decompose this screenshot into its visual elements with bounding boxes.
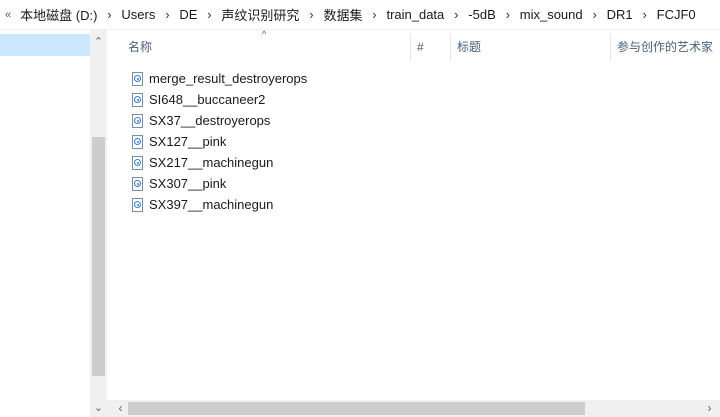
file-name: SX307__pink: [149, 176, 227, 191]
audio-file-icon: [132, 113, 143, 128]
column-header-name[interactable]: 名称: [128, 30, 152, 62]
scroll-right-icon[interactable]: ›: [701, 400, 718, 417]
breadcrumb-item-5db[interactable]: -5dB: [467, 7, 496, 22]
breadcrumb-item-fcjf0[interactable]: FCJF0: [656, 7, 697, 22]
sort-ascending-icon: ^: [262, 29, 267, 39]
audio-file-icon: [132, 176, 143, 191]
file-name: merge_result_destroyerops: [149, 71, 308, 86]
breadcrumb-item-research[interactable]: 声纹识别研究: [220, 5, 300, 24]
file-name: SX127__pink: [149, 134, 227, 149]
chevron-right-icon[interactable]: ›: [497, 7, 519, 22]
file-name: SX397__machinegun: [149, 197, 274, 212]
navigation-pane: [0, 30, 90, 417]
chevron-right-icon[interactable]: ›: [98, 7, 120, 22]
chevron-right-icon[interactable]: ›: [198, 7, 220, 22]
file-name: SX37__destroyerops: [149, 113, 271, 128]
column-header-number[interactable]: #: [417, 30, 424, 62]
column-divider[interactable]: [450, 34, 451, 60]
breadcrumb-item-dr1[interactable]: DR1: [606, 7, 634, 22]
column-header-row: ^ 名称 # 标题 参与创作的艺术家: [107, 29, 720, 62]
nav-vertical-scrollbar[interactable]: ⌃ ⌄: [90, 30, 107, 417]
breadcrumb-item-drive[interactable]: 本地磁盘 (D:): [19, 5, 98, 24]
chevron-right-icon[interactable]: ›: [363, 7, 385, 22]
file-list-pane: ^ 名称 # 标题 参与创作的艺术家 merge_result_destroye…: [107, 29, 720, 400]
column-divider[interactable]: [610, 34, 611, 60]
scroll-down-icon[interactable]: ⌄: [90, 400, 107, 417]
chevron-right-icon[interactable]: ›: [634, 7, 656, 22]
breadcrumb-item-dataset[interactable]: 数据集: [322, 5, 363, 24]
column-header-title[interactable]: 标题: [457, 30, 481, 62]
breadcrumb-item-train-data[interactable]: train_data: [385, 7, 445, 22]
file-list: merge_result_destroyerops SI648__buccane…: [107, 68, 407, 215]
list-item[interactable]: SX307__pink: [107, 173, 407, 194]
file-name: SI648__buccaneer2: [149, 92, 266, 107]
list-item[interactable]: SI648__buccaneer2: [107, 89, 407, 110]
audio-file-icon: [132, 155, 143, 170]
scroll-up-icon[interactable]: ⌃: [90, 34, 107, 51]
chevron-right-icon[interactable]: ›: [584, 7, 606, 22]
scrollbar-thumb[interactable]: [92, 137, 105, 376]
list-item[interactable]: merge_result_destroyerops: [107, 68, 407, 89]
nav-selected-item[interactable]: [0, 34, 90, 56]
breadcrumb-overflow-icon[interactable]: «: [5, 9, 11, 21]
breadcrumb: « 本地磁盘 (D:) › Users › DE › 声纹识别研究 › 数据集 …: [0, 0, 720, 30]
list-item[interactable]: SX397__machinegun: [107, 194, 407, 215]
chevron-right-icon[interactable]: ›: [300, 7, 322, 22]
breadcrumb-item-mix-sound[interactable]: mix_sound: [519, 7, 584, 22]
list-item[interactable]: SX37__destroyerops: [107, 110, 407, 131]
chevron-right-icon[interactable]: ›: [156, 7, 178, 22]
breadcrumb-item-users[interactable]: Users: [120, 7, 156, 22]
scroll-left-icon[interactable]: ‹: [112, 400, 129, 417]
column-header-artist[interactable]: 参与创作的艺术家: [617, 30, 713, 62]
scrollbar-thumb[interactable]: [128, 402, 585, 415]
audio-file-icon: [132, 92, 143, 107]
audio-file-icon: [132, 71, 143, 86]
horizontal-scrollbar[interactable]: ‹ ›: [107, 400, 720, 417]
chevron-right-icon[interactable]: ›: [445, 7, 467, 22]
file-name: SX217__machinegun: [149, 155, 274, 170]
column-divider[interactable]: [410, 34, 411, 60]
audio-file-icon: [132, 197, 143, 212]
breadcrumb-item-de[interactable]: DE: [178, 7, 198, 22]
list-item[interactable]: SX127__pink: [107, 131, 407, 152]
list-item[interactable]: SX217__machinegun: [107, 152, 407, 173]
audio-file-icon: [132, 134, 143, 149]
